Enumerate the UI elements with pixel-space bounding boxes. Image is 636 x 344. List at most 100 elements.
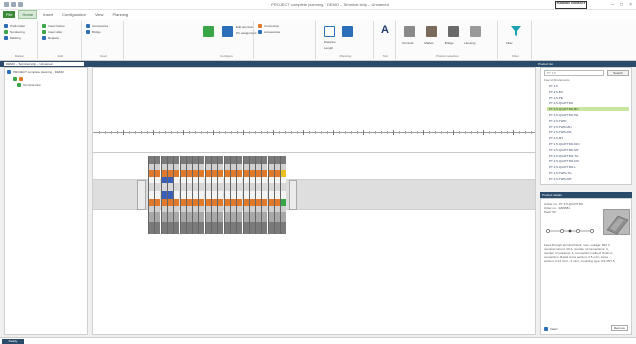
terminal-block[interactable] — [173, 156, 180, 234]
product-list-item[interactable]: PT 2,5-TWIN-MT — [547, 177, 629, 181]
product-list-item[interactable]: PT 2,5-MT — [547, 136, 629, 140]
product-list-item[interactable]: PT 2,5-QUATTRO-PE — [547, 113, 629, 117]
edit-terminal-icon[interactable] — [222, 26, 233, 37]
redo-icon[interactable] — [18, 2, 23, 7]
terminal-block[interactable] — [236, 156, 243, 234]
terminal-block[interactable] — [267, 156, 274, 234]
marker-icon[interactable] — [426, 26, 437, 37]
terminal-block-segment — [211, 156, 217, 164]
terminal-block-segment — [242, 222, 249, 234]
product-list-item[interactable]: PT 2,5 — [547, 84, 629, 88]
ruler-tick — [117, 131, 118, 134]
product-list-item[interactable]: PT 2,5-QUATTRO-DIO — [547, 142, 629, 146]
terminal-block[interactable] — [204, 156, 211, 234]
terminal-block-segment — [223, 156, 230, 164]
product-list-item[interactable]: PT 2,5-QUATTRO-L — [547, 165, 629, 169]
tab-view[interactable]: View — [92, 11, 107, 18]
terminal-block-segment — [173, 191, 180, 199]
ruler-tick — [207, 131, 208, 134]
filter-button[interactable]: Filter — [506, 40, 513, 46]
length-button[interactable]: Length — [324, 45, 336, 51]
terminal-block-segment — [179, 170, 186, 177]
terminal-block-segment — [217, 199, 224, 206]
product-list-item[interactable]: PT 2,5-TWIN-BU — [547, 125, 629, 129]
bridge-button[interactable]: Bridge — [86, 29, 121, 35]
group-label-planning: Planning — [339, 54, 352, 58]
design-canvas[interactable] — [92, 67, 536, 335]
terminal-block[interactable] — [242, 156, 249, 234]
remove-button[interactable]: Remove — [610, 325, 628, 331]
tab-planning[interactable]: Planning — [110, 11, 132, 18]
terminal-button[interactable]: Terminal — [402, 40, 413, 46]
product-list-item[interactable]: PT 2,5-PE — [547, 96, 629, 100]
length-icon[interactable] — [342, 26, 353, 37]
product-list-item[interactable]: PT 2,5-QUATTRO-BU — [547, 107, 629, 112]
terminal-block[interactable] — [223, 156, 230, 234]
marker-button[interactable]: Marker — [424, 40, 433, 46]
ruler-tick — [447, 131, 448, 134]
tree-item-terminal-strip[interactable]: Terminal strip — [17, 83, 41, 87]
save-icon[interactable] — [4, 2, 9, 7]
product-list-item[interactable]: PT 2,5-TWIN-TG — [547, 171, 629, 175]
product-list-item[interactable]: PT 2,5-TWIN — [547, 119, 629, 123]
terminal-block-segment — [255, 199, 262, 206]
terminal-block[interactable] — [148, 156, 154, 234]
configure-accessories-button[interactable]: Accessories — [258, 29, 313, 35]
terminal-block[interactable] — [280, 156, 287, 234]
bridge-product-icon[interactable] — [448, 26, 459, 37]
terminal-block[interactable] — [198, 156, 205, 234]
product-list-item[interactable]: PT 2,5-QUATTRO-MT — [547, 148, 629, 152]
terminal-block[interactable] — [179, 156, 186, 234]
product-list-item[interactable]: PT 2,5-QUATTRO-TG — [547, 154, 629, 158]
end-clamp-left[interactable] — [137, 180, 146, 210]
tree-group[interactable] — [13, 77, 23, 81]
insert-button[interactable]: Insert — [544, 327, 558, 331]
terminal-block[interactable] — [217, 156, 224, 234]
terminal-block[interactable] — [248, 156, 255, 234]
end-clamp-right[interactable] — [289, 180, 297, 210]
terminal-block[interactable] — [185, 156, 192, 234]
product-list-item[interactable]: PT 2,5-QUATTRO-FSI — [547, 159, 629, 163]
undo-icon[interactable] — [11, 2, 16, 7]
search-input[interactable]: PT 2,5 — [544, 70, 604, 76]
terminal-block[interactable] — [160, 156, 167, 234]
tab-insert[interactable]: Insert — [40, 11, 56, 18]
terminal-block-segment — [185, 199, 192, 206]
terminal-block[interactable] — [166, 156, 173, 234]
search-button[interactable]: Search — [607, 70, 629, 76]
product-list-item[interactable]: PT 2,5-QUATTRO — [547, 101, 629, 105]
product-list-item[interactable]: PT 2,5-TWIN-PE — [547, 130, 629, 134]
tab-configuration[interactable]: Configuration — [59, 11, 89, 18]
filter-icon[interactable] — [510, 25, 522, 37]
terminal-block[interactable] — [154, 156, 161, 234]
housing-button[interactable]: Housing — [464, 40, 475, 46]
terminal-block[interactable] — [274, 156, 280, 234]
maximize-button[interactable]: □ — [620, 2, 623, 8]
connection-icon[interactable] — [203, 26, 214, 37]
product-list-item[interactable]: PT 2,5-BU — [547, 90, 629, 94]
bridge-product-button[interactable]: Bridge — [445, 40, 454, 46]
terminal-icon[interactable] — [404, 26, 415, 37]
terminal-block[interactable] — [255, 156, 262, 234]
tree-root[interactable]: PROJECT complete planning · DEMO — [7, 70, 64, 74]
terminal-block[interactable] — [211, 156, 217, 234]
terminal-strip-assembly[interactable] — [137, 156, 297, 234]
terminal-block[interactable] — [192, 156, 199, 234]
terminal-block-segment — [223, 170, 230, 177]
folder-icon — [13, 77, 17, 81]
text-icon[interactable]: A — [381, 24, 389, 36]
pin-assignment-button[interactable]: Pin assignment — [236, 30, 257, 36]
terminal-block-segment — [148, 156, 154, 164]
terminal-block[interactable] — [229, 156, 236, 234]
housing-icon[interactable] — [470, 26, 481, 37]
terminal-block-segment — [248, 222, 255, 234]
close-button[interactable]: × — [629, 2, 632, 8]
replace-button[interactable]: Replace — [42, 35, 79, 41]
distance-icon[interactable] — [324, 26, 335, 37]
marking-button[interactable]: Marking — [4, 35, 35, 41]
tab-home[interactable]: Home — [18, 10, 38, 19]
terminal-block[interactable] — [261, 156, 268, 234]
project-selector[interactable]: DEMO – Terminal strip – Unnamed — [4, 62, 84, 66]
minimize-button[interactable]: – — [611, 2, 614, 8]
tab-file[interactable]: File — [3, 11, 16, 18]
